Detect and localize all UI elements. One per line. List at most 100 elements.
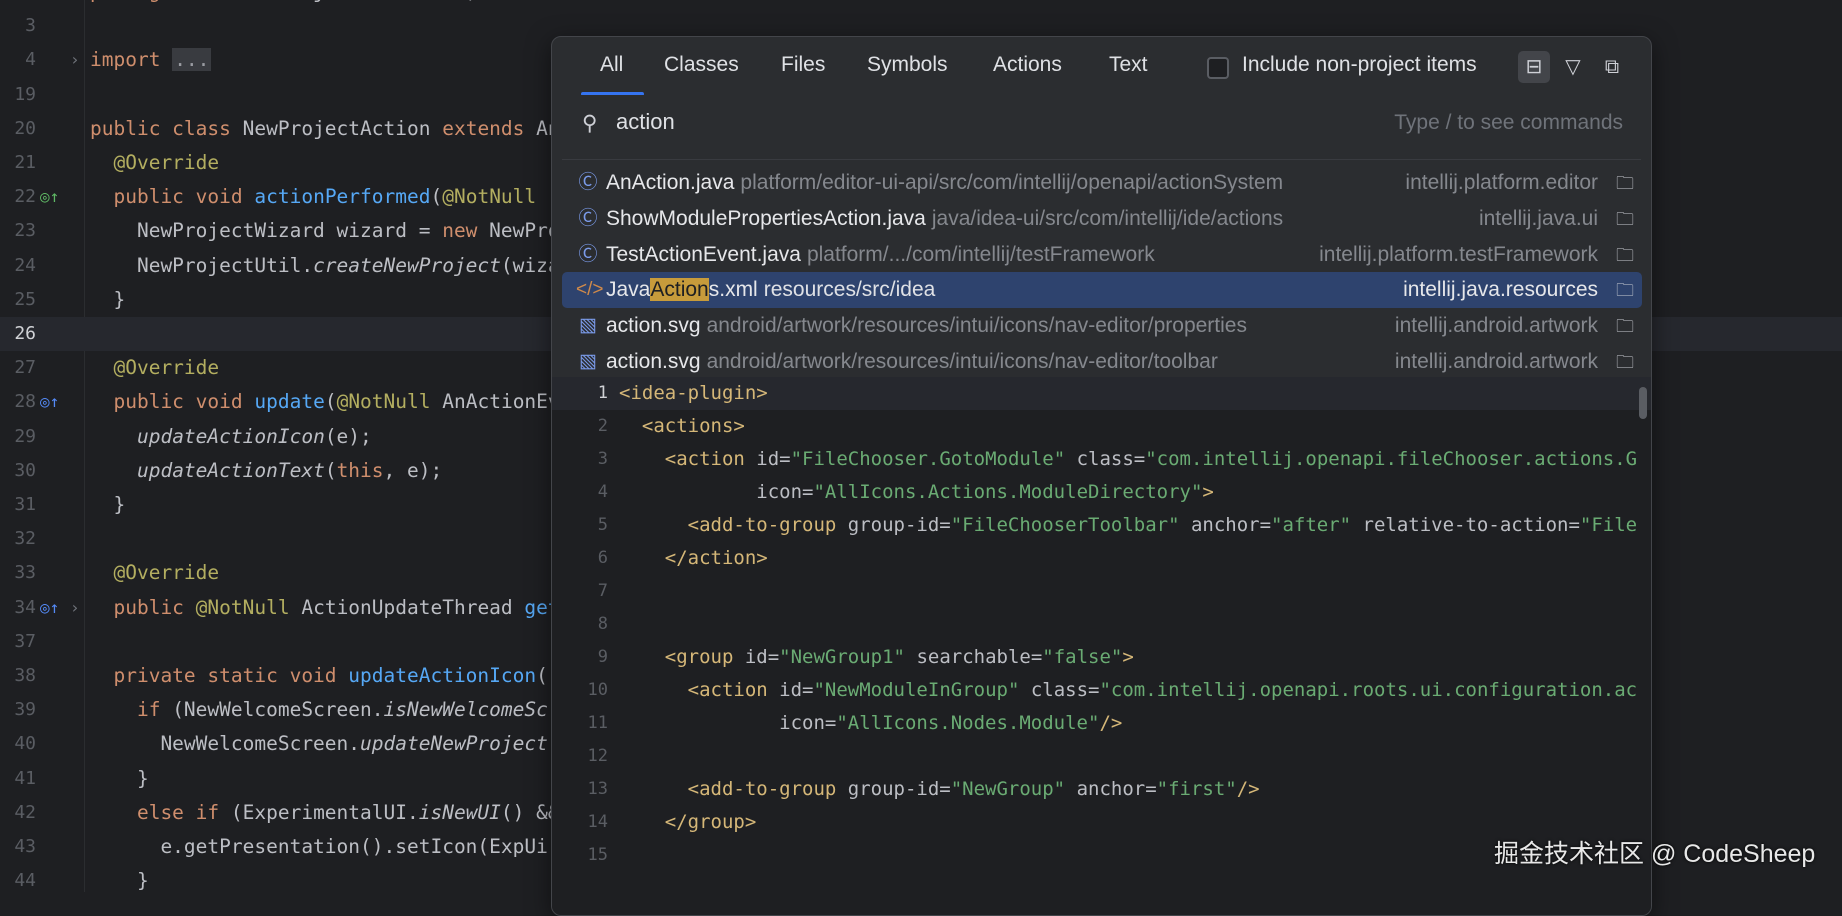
preview-line: 2 <actions>: [552, 410, 1652, 443]
line-number: 44: [0, 864, 36, 892]
result-item[interactable]: ⒸAnAction.javaplatform/editor-ui-api/src…: [562, 165, 1642, 201]
code-token: "after": [1271, 514, 1363, 536]
code-token: "AllIcons.Nodes.Module": [836, 712, 1099, 734]
code-token: public class: [90, 117, 243, 140]
code-token: }: [90, 767, 149, 790]
code-text: private static void updateActionIcon(: [90, 659, 548, 693]
preview-scrollbar[interactable]: [1639, 387, 1647, 419]
tab-files[interactable]: Files: [781, 53, 825, 77]
code-token: (: [430, 185, 442, 208]
code-text: public @NotNull ActionUpdateThread get: [90, 591, 560, 625]
fold-chevron-icon[interactable]: ›: [70, 591, 80, 625]
line-number: 2: [552, 410, 608, 443]
line-number: 24: [0, 249, 36, 283]
result-module: intellij.android.artwork: [1395, 344, 1598, 380]
line-number: 21: [0, 146, 36, 180]
code-token: "FileChooser.GotoModule": [791, 448, 1077, 470]
line-number: 39: [0, 693, 36, 727]
code-token: <group: [619, 646, 745, 668]
overrides-method-icon[interactable]: ◎↑: [40, 591, 59, 625]
line-number: 1: [552, 377, 608, 410]
line-number: 11: [552, 707, 608, 740]
code-token: id=: [745, 646, 779, 668]
result-path: java/idea-ui/src/com/intellij/ide/action…: [932, 207, 1283, 230]
code-text: @Override: [90, 351, 219, 385]
result-path: android/artwork/resources/intui/icons/na…: [707, 350, 1218, 373]
search-input[interactable]: [616, 109, 1216, 135]
code-token: }: [90, 288, 125, 311]
result-path: platform/editor-ui-api/src/com/intellij/…: [740, 171, 1283, 194]
tab-classes[interactable]: Classes: [664, 53, 739, 77]
result-item[interactable]: </>JavaActions.xmlresources/src/ideainte…: [562, 272, 1642, 308]
line-number: 30: [0, 454, 36, 488]
result-name-text: action.svg: [606, 314, 701, 337]
result-item[interactable]: ▧action.svgandroid/artwork/resources/int…: [562, 344, 1642, 380]
code-text: icon="AllIcons.Actions.ModuleDirectory">: [619, 476, 1214, 509]
code-token: (e);: [325, 425, 372, 448]
search-icon[interactable]: ⚲: [582, 111, 597, 136]
tab-actions[interactable]: Actions: [993, 53, 1062, 77]
class-icon: Ⓒ: [576, 201, 600, 237]
tab-all[interactable]: All: [600, 53, 623, 77]
overrides-method-icon[interactable]: ◎↑: [40, 385, 59, 419]
result-name: AnAction.javaplatform/editor-ui-api/src/…: [606, 165, 1283, 201]
code-text: NewWelcomeScreen.updateNewProject: [90, 727, 548, 761]
preview-line: 7: [552, 575, 1652, 608]
module-folder-icon: 🗀: [1616, 272, 1634, 308]
line-number: 4: [0, 43, 36, 77]
code-token: <actions>: [619, 415, 745, 437]
search-bar: ⚲ Type / to see commands: [552, 95, 1652, 159]
tab-text[interactable]: Text: [1109, 53, 1148, 77]
preview-toggle-icon[interactable]: ⊟: [1518, 51, 1550, 83]
include-non-project-checkbox[interactable]: [1207, 57, 1229, 79]
preview-pane[interactable]: 1<idea-plugin>2 <actions>3 <action id="F…: [552, 377, 1652, 916]
open-in-tool-window-icon[interactable]: ⧉: [1596, 51, 1628, 83]
code-text: @Override: [90, 556, 219, 590]
implements-method-icon[interactable]: ◎↑: [40, 180, 59, 214]
code-token: id=: [779, 679, 813, 701]
code-token: >: [1202, 481, 1213, 503]
preview-line: 10 <action id="NewModuleInGroup" class="…: [552, 674, 1652, 707]
result-name: action.svgandroid/artwork/resources/intu…: [606, 344, 1218, 380]
code-token: "com.intellij.openapi.roots.ui.configura…: [1099, 679, 1637, 701]
code-token: e.getPresentation().setIcon(ExpUi: [90, 835, 548, 858]
code-token: "NewModuleInGroup": [813, 679, 1030, 701]
result-item[interactable]: ⒸShowModulePropertiesAction.javajava/ide…: [562, 201, 1642, 237]
preview-line: 4 icon="AllIcons.Actions.ModuleDirectory…: [552, 476, 1652, 509]
preview-line: 3 <action id="FileChooser.GotoModule" cl…: [552, 443, 1652, 476]
code-text: }: [90, 488, 125, 522]
code-token: AnActionEv: [442, 390, 559, 413]
module-folder-icon: 🗀: [1616, 237, 1634, 273]
code-token: public void: [90, 390, 254, 413]
fold-chevron-icon[interactable]: ›: [70, 43, 80, 77]
tab-symbols[interactable]: Symbols: [867, 53, 948, 77]
code-text: <idea-plugin>: [619, 377, 768, 410]
line-number: 40: [0, 727, 36, 761]
preview-line: 5 <add-to-group group-id="FileChooserToo…: [552, 509, 1652, 542]
filter-icon[interactable]: ▽: [1557, 51, 1589, 83]
code-text: import ...: [90, 43, 211, 77]
line-number: 26: [0, 317, 36, 351]
code-token: , e);: [384, 459, 443, 482]
code-token: "NewGroup1": [779, 646, 916, 668]
code-token: @NotNull: [337, 390, 443, 413]
result-item[interactable]: ▧action.svgandroid/artwork/resources/int…: [562, 308, 1642, 344]
include-non-project-label[interactable]: Include non-project items: [1242, 53, 1477, 77]
line-number: 8: [552, 608, 608, 641]
code-text: <action id="FileChooser.GotoModule" clas…: [619, 443, 1637, 476]
line-number: 43: [0, 830, 36, 864]
preview-line: 1 <idea-plugin>: [552, 377, 1652, 410]
code-text: else if (ExperimentalUI.isNewUI() &&: [90, 796, 560, 830]
divider: [562, 159, 1641, 160]
result-name-text: TestActionEvent.java: [606, 243, 801, 266]
line-number: 15: [552, 839, 608, 872]
code-token: @Override: [90, 151, 219, 174]
result-module: intellij.platform.editor: [1405, 165, 1598, 201]
line-number: 12: [552, 740, 608, 773]
code-token: createNewProject: [313, 254, 501, 277]
result-item[interactable]: ⒸTestActionEvent.javaplatform/.../com/in…: [562, 237, 1642, 273]
code-text: public class NewProjectAction extends An: [90, 112, 560, 146]
test-class-icon: Ⓒ: [576, 237, 600, 273]
code-token: updateNewProject: [360, 732, 548, 755]
line-number: 2: [0, 0, 36, 9]
